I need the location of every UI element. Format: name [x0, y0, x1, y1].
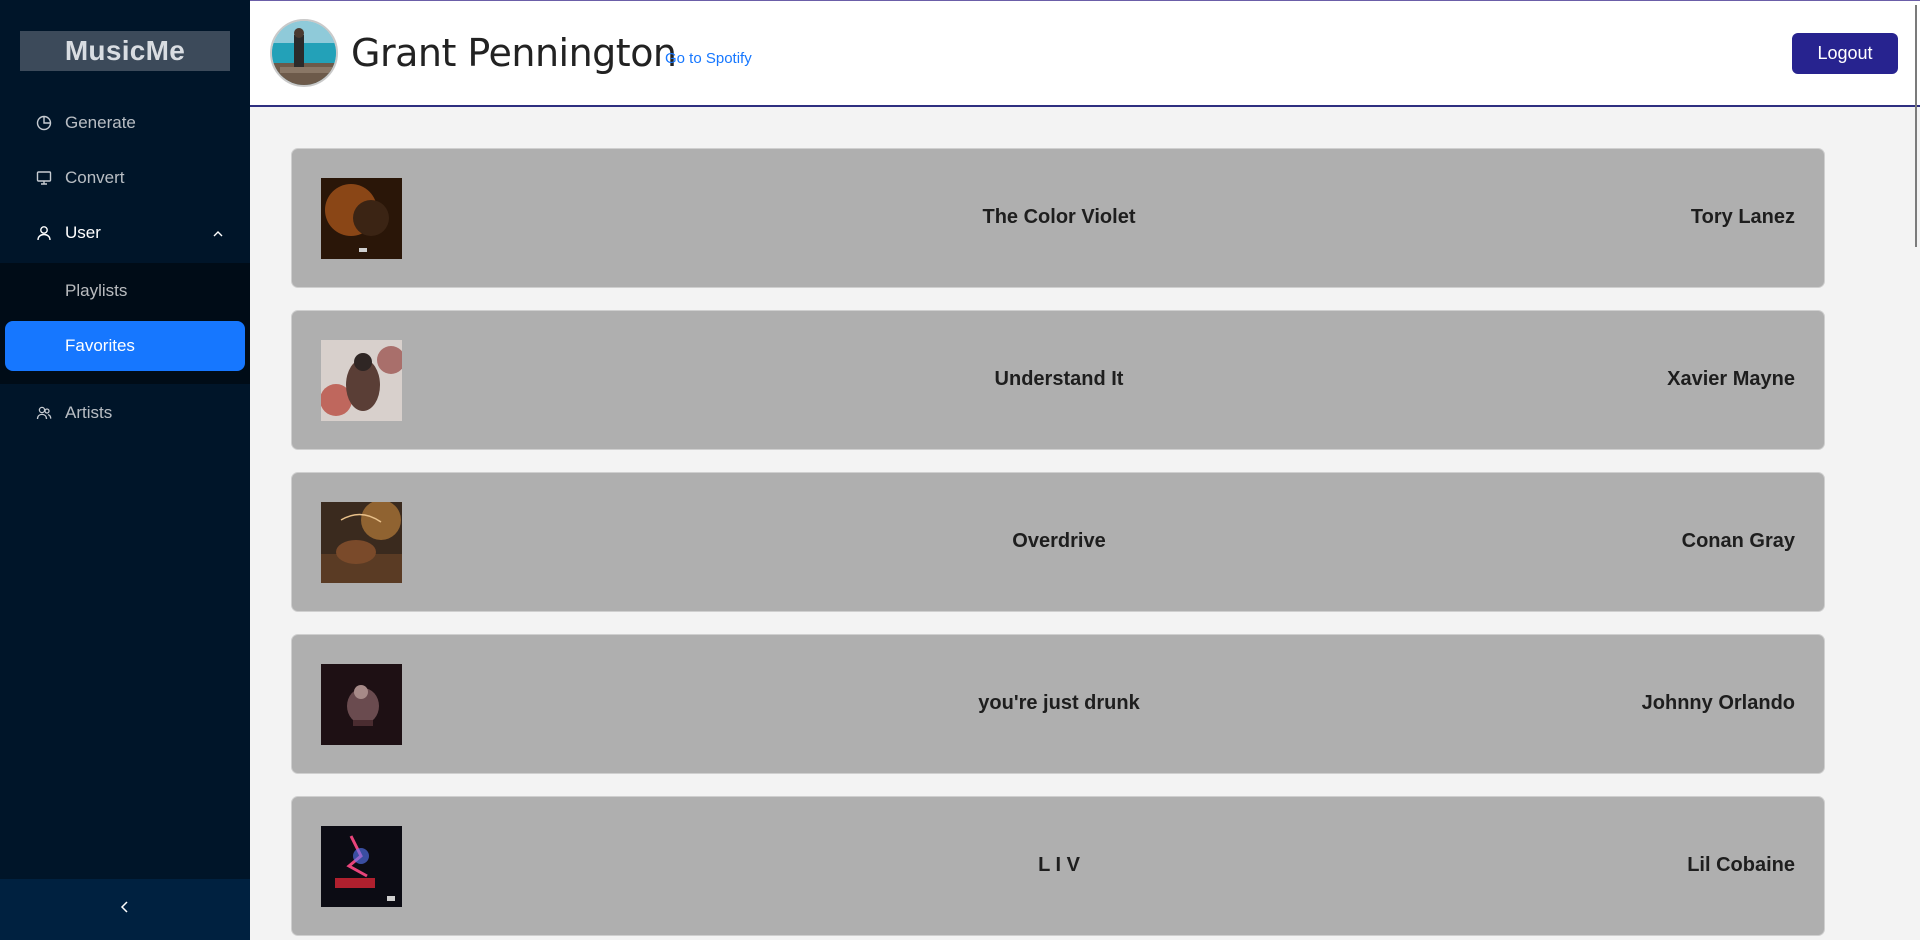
user-icon — [34, 223, 54, 243]
album-cover — [321, 340, 402, 421]
track-title: you're just drunk — [978, 692, 1140, 714]
chevron-left-icon — [118, 900, 132, 919]
logout-button[interactable]: Logout — [1792, 33, 1898, 74]
list-item[interactable]: L I V Lil Cobaine — [291, 796, 1825, 936]
track-artist: Lil Cobaine — [1687, 854, 1795, 876]
sidebar-item-label: Convert — [65, 168, 125, 187]
track-artist: Xavier Mayne — [1667, 368, 1795, 390]
track-artist: Johnny Orlando — [1641, 692, 1795, 714]
sidebar-menu: Generate Convert User Playlists Favorite… — [0, 98, 250, 443]
list-item[interactable]: The Color Violet Tory Lanez — [291, 148, 1825, 288]
user-name: Grant Pennington — [351, 31, 677, 75]
sidebar-item-favorites[interactable]: Favorites — [5, 321, 245, 371]
album-cover — [321, 502, 402, 583]
sidebar-item-label: Generate — [65, 113, 136, 132]
sidebar-item-label: Playlists — [65, 281, 128, 300]
app-logo: MusicMe — [20, 31, 230, 71]
sidebar-item-playlists[interactable]: Playlists — [5, 266, 245, 316]
track-artist: Tory Lanez — [1690, 206, 1795, 228]
sidebar-item-artists[interactable]: Artists — [0, 388, 250, 438]
track-title: L I V — [1038, 854, 1080, 876]
sidebar-item-label: Artists — [65, 403, 113, 422]
team-icon — [34, 403, 54, 423]
album-cover — [321, 664, 402, 745]
sidebar-item-convert[interactable]: Convert — [0, 153, 250, 203]
desktop-icon — [34, 168, 54, 188]
sidebar-item-generate[interactable]: Generate — [0, 98, 250, 148]
track-title: Overdrive — [1012, 530, 1106, 552]
sidebar-collapse-button[interactable] — [0, 879, 250, 940]
sidebar-item-label: Favorites — [65, 336, 135, 355]
list-item[interactable]: you're just drunk Johnny Orlando — [291, 634, 1825, 774]
sidebar: MusicMe Generate Convert User Playlists … — [0, 0, 250, 940]
list-item[interactable]: Overdrive Conan Gray — [291, 472, 1825, 612]
sidebar-item-user[interactable]: User — [0, 208, 250, 258]
pie-chart-icon — [34, 113, 54, 133]
track-artist: Conan Gray — [1681, 530, 1795, 552]
chevron-up-icon — [212, 225, 224, 245]
track-title: Understand It — [994, 368, 1124, 390]
scrollbar[interactable] — [1915, 5, 1917, 247]
album-cover — [321, 178, 402, 259]
album-cover — [321, 826, 402, 907]
track-title: The Color Violet — [982, 206, 1136, 228]
sidebar-item-label: User — [65, 223, 101, 242]
list-item[interactable]: Understand It Xavier Mayne — [291, 310, 1825, 450]
go-to-spotify-link[interactable]: Go to Spotify — [665, 50, 752, 67]
avatar — [270, 19, 338, 87]
page-header: Grant Pennington Go to Spotify Logout — [250, 0, 1920, 247]
favorites-list: The Color Violet Tory Lanez Understand I… — [291, 148, 1825, 940]
user-submenu: Playlists Favorites — [0, 263, 250, 384]
